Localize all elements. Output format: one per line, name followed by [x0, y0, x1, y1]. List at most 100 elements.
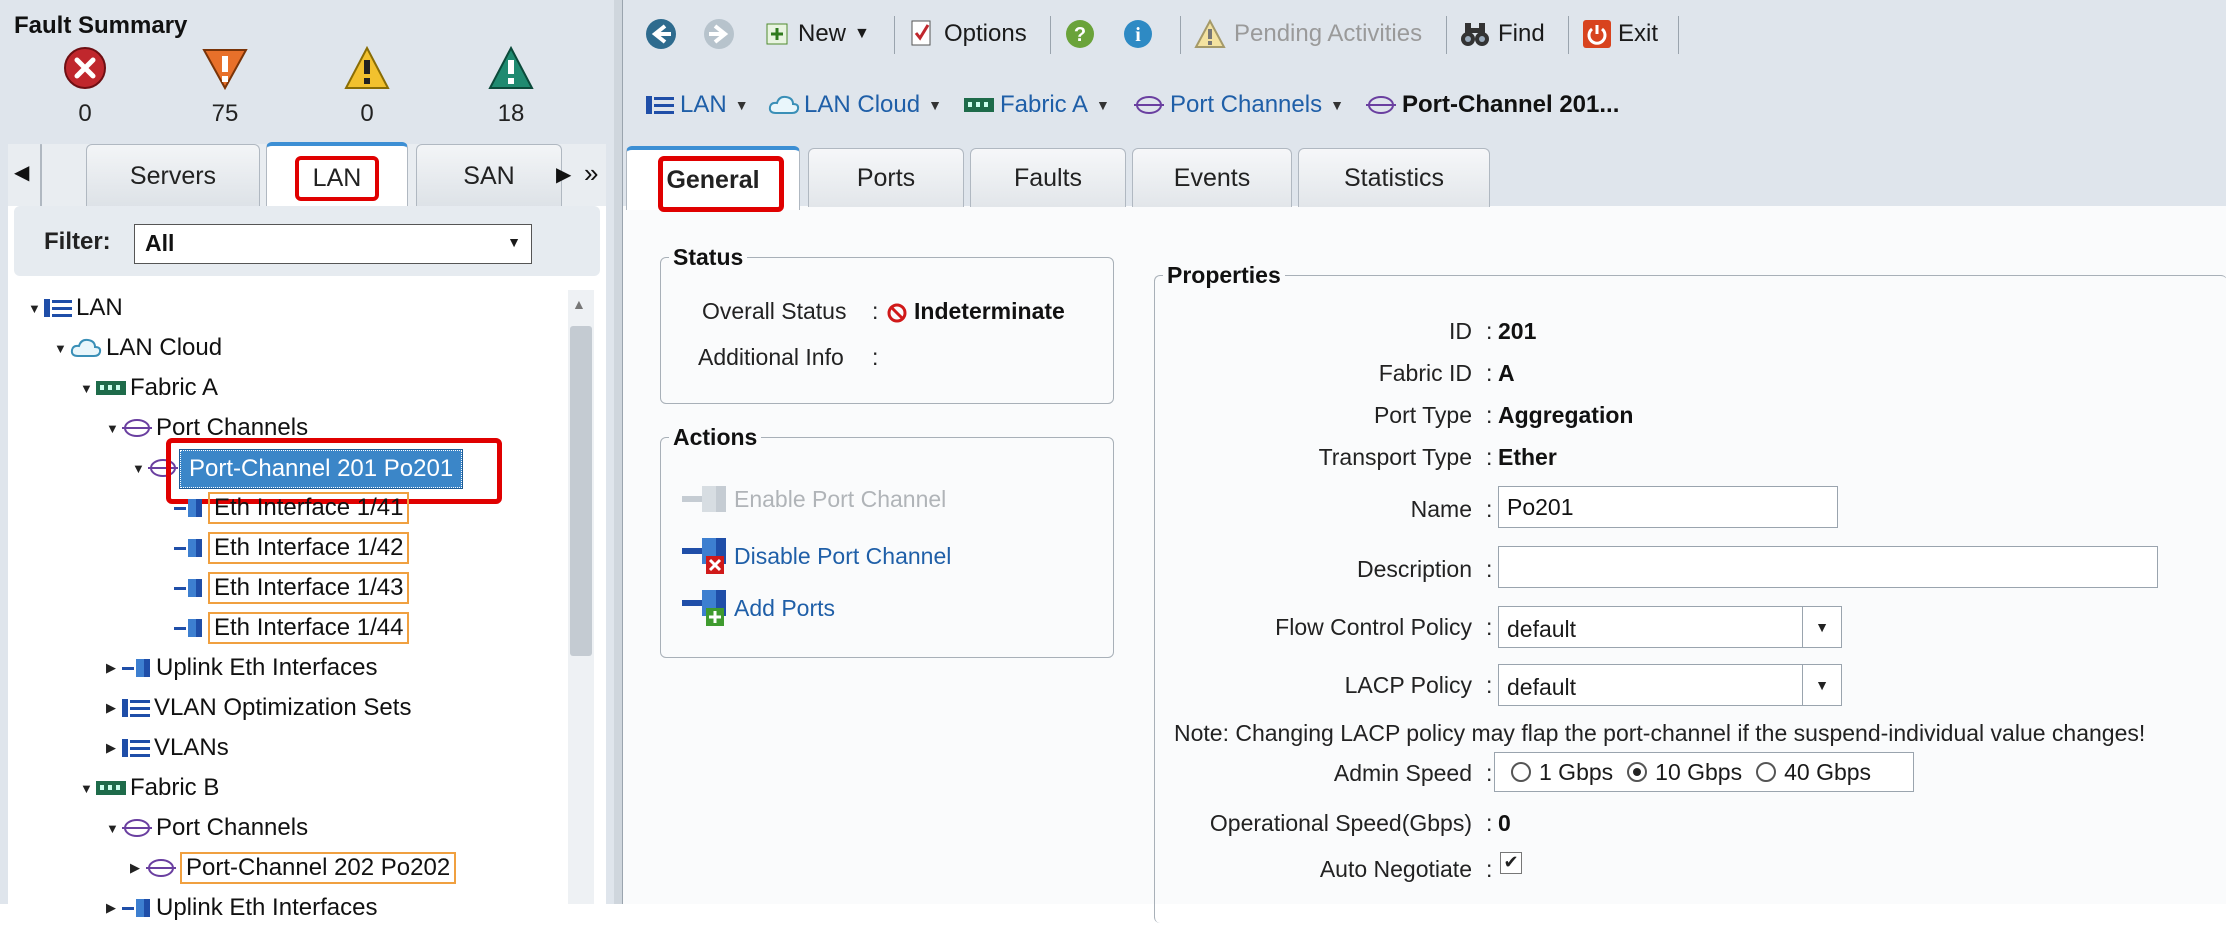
expand-icon[interactable]: ▶ [106, 700, 120, 716]
tab-scroll-left-icon[interactable]: ◀ [14, 160, 29, 185]
tab-events[interactable]: Events [1132, 148, 1292, 207]
tree-node-eth41[interactable]: Eth Interface 1/41 [172, 490, 410, 526]
fabric-id-value: A [1498, 360, 1515, 386]
tree-node-fabric-b[interactable]: ▼ Fabric B [80, 770, 219, 806]
tree-node-eth43[interactable]: Eth Interface 1/43 [172, 570, 410, 606]
eth-interface-icon [174, 579, 202, 597]
filter-select[interactable]: All ▼ [134, 224, 532, 264]
speed-40g-radio[interactable] [1756, 762, 1777, 782]
help-button[interactable]: ? [1064, 14, 1096, 54]
tree-label-eth43: Eth Interface 1/43 [208, 572, 410, 604]
tree-node-vlan-opt[interactable]: ▶ VLAN Optimization Sets [106, 690, 411, 726]
auto-negotiate-colon: : [1486, 856, 1493, 882]
tree-node-lan-cloud[interactable]: ▼ LAN Cloud [54, 330, 222, 366]
expand-icon[interactable]: ▶ [106, 740, 120, 756]
options-button[interactable]: Options [910, 14, 1027, 54]
forward-arrow-icon [704, 19, 734, 49]
tab-ports[interactable]: Ports [808, 148, 964, 207]
chevron-down-icon[interactable]: ▼ [1802, 665, 1841, 705]
speed-1g-radio[interactable] [1511, 762, 1531, 782]
tab-servers[interactable]: Servers [86, 144, 260, 207]
fabric-id-colon: : [1486, 360, 1493, 386]
tab-faults[interactable]: Faults [970, 148, 1126, 207]
expand-icon[interactable]: ▶ [106, 660, 120, 676]
port-type-colon: : [1486, 402, 1493, 428]
collapse-icon[interactable]: ▼ [80, 381, 94, 396]
breadcrumb-fabric-a-label: Fabric A [1000, 91, 1089, 118]
add-ports-link[interactable]: Add Ports [682, 588, 835, 628]
speed-10g-radio[interactable] [1627, 762, 1648, 782]
warning-fault-counter[interactable]: 18 [456, 44, 566, 128]
tree-label-fabric-a: Fabric A [130, 374, 219, 401]
exit-button[interactable]: Exit [1582, 14, 1658, 54]
chevron-down-icon: ▼ [928, 97, 942, 113]
description-field[interactable] [1498, 546, 2158, 588]
lan-icon [646, 96, 674, 114]
major-fault-counter[interactable]: 75 [170, 44, 280, 128]
overall-status-label: Overall Status [702, 298, 847, 324]
breadcrumb-lan-cloud[interactable]: LAN Cloud ▼ [768, 88, 942, 122]
breadcrumb-fabric-a[interactable]: Fabric A ▼ [964, 88, 1110, 122]
expand-icon[interactable]: ▶ [130, 860, 144, 876]
critical-fault-counter[interactable]: 0 [30, 44, 140, 128]
breadcrumb-port-channels[interactable]: Port Channels ▼ [1134, 88, 1344, 122]
tree-node-vlans[interactable]: ▶ VLANs [106, 730, 229, 766]
breadcrumb-current-label: Port-Channel 201... [1402, 91, 1620, 118]
forward-button[interactable] [702, 14, 736, 54]
tab-overflow-icon[interactable]: » [584, 158, 598, 189]
actions-legend: Actions [673, 424, 758, 450]
tab-lan[interactable]: LAN [266, 142, 408, 210]
admin-speed-radio-group: 1 Gbps 10 Gbps 40 Gbps [1494, 752, 1914, 792]
tree-node-port-channels-b[interactable]: ▼ Port Channels [106, 810, 308, 846]
scroll-up-icon[interactable]: ▲ [572, 296, 586, 312]
collapse-icon[interactable]: ▼ [54, 341, 68, 356]
pending-activities-button[interactable]: Pending Activities [1194, 14, 1422, 54]
tree-node-uplink-b[interactable]: ▶ Uplink Eth Interfaces [106, 890, 377, 926]
eth-interface-icon [174, 499, 202, 517]
expand-icon[interactable]: ▶ [106, 900, 120, 916]
tree-node-eth42[interactable]: Eth Interface 1/42 [172, 530, 410, 566]
back-button[interactable] [644, 14, 678, 54]
name-label: Name [1410, 496, 1472, 522]
enable-port-channel-label: Enable Port Channel [734, 485, 947, 512]
major-fault-count: 75 [211, 100, 239, 127]
collapse-icon[interactable]: ▼ [80, 781, 94, 796]
tree-node-uplink-eth[interactable]: ▶ Uplink Eth Interfaces [106, 650, 377, 686]
tree-node-lan[interactable]: ▼ LAN [28, 290, 123, 326]
collapse-icon[interactable]: ▼ [106, 821, 120, 836]
tree-node-eth44[interactable]: Eth Interface 1/44 [172, 610, 410, 646]
port-channel-icon [122, 819, 152, 837]
tree-node-fabric-a[interactable]: ▼ Fabric A [80, 370, 218, 406]
collapse-icon[interactable]: ▼ [28, 301, 42, 316]
filter-label: Filter: [44, 228, 111, 255]
new-menu-button[interactable]: New ▼ [766, 14, 870, 54]
disable-port-channel-link[interactable]: Disable Port Channel [682, 536, 951, 576]
tree-label-vlans: VLANs [154, 734, 229, 761]
minor-fault-counter[interactable]: 0 [312, 44, 422, 128]
auto-negotiate-checkbox[interactable]: ✔ [1500, 852, 1522, 874]
find-button[interactable]: Find [1460, 14, 1545, 54]
tab-events-label: Events [1173, 163, 1251, 192]
lacp-policy-select[interactable]: default ▼ [1498, 664, 1842, 706]
tree-node-pc201[interactable]: Port-Channel 201 Po201 [178, 449, 464, 489]
breadcrumb-lan[interactable]: LAN ▼ [646, 88, 749, 122]
collapse-icon[interactable]: ▼ [132, 461, 146, 476]
major-fault-icon [202, 49, 248, 91]
collapse-icon[interactable]: ▼ [106, 421, 120, 436]
chevron-down-icon: ▼ [734, 97, 749, 113]
tab-statistics[interactable]: Statistics [1298, 148, 1490, 207]
overall-status-value: Indeterminate [914, 298, 1065, 324]
warning-fault-icon [488, 45, 534, 89]
chevron-down-icon[interactable]: ▼ [1802, 607, 1841, 647]
pane-splitter[interactable] [614, 0, 623, 904]
name-field[interactable] [1498, 486, 1838, 528]
tab-san[interactable]: SAN [416, 144, 562, 207]
info-button[interactable]: i [1122, 14, 1154, 54]
flow-control-select[interactable]: default ▼ [1498, 606, 1842, 648]
enable-port-channel-link[interactable]: Enable Port Channel [682, 482, 946, 516]
tree-node-pc202[interactable]: ▶ Port-Channel 202 Po202 [130, 850, 457, 886]
tab-lan-label: LAN [294, 155, 380, 201]
scroll-thumb[interactable] [570, 326, 592, 656]
tab-scroll-right-icon[interactable]: ▶ [556, 162, 571, 187]
chevron-down-icon: ▼ [854, 25, 870, 42]
